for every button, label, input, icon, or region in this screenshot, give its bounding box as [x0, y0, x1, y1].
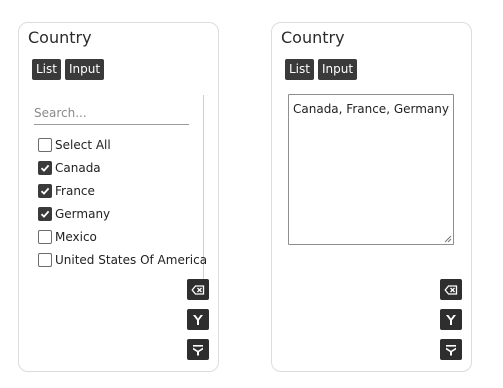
option-select-all[interactable]: Select All: [38, 133, 207, 156]
apply-filter-button[interactable]: [187, 309, 209, 330]
clear-icon: [191, 284, 205, 295]
search-input[interactable]: [34, 101, 189, 125]
option-label: Germany: [55, 206, 111, 221]
option-canada[interactable]: Canada: [38, 156, 207, 179]
checkbox[interactable]: [38, 252, 52, 267]
option-list: Select All Canada France Germany Mexico …: [38, 133, 207, 271]
apply-filter-button[interactable]: [440, 309, 462, 330]
clear-filter-button[interactable]: [440, 279, 462, 300]
country-filter-input-card: Country List Input Canada, France, Germa…: [271, 22, 472, 372]
checkbox[interactable]: [38, 229, 52, 244]
mode-tabs: List Input: [32, 59, 105, 80]
checkbox[interactable]: [38, 206, 52, 221]
panel-title: Country: [28, 28, 92, 47]
checkbox[interactable]: [38, 160, 52, 175]
tab-input[interactable]: Input: [64, 59, 105, 80]
values-input[interactable]: Canada, France, Germany: [288, 94, 454, 245]
filter-actions: [440, 279, 462, 360]
clear-icon: [444, 284, 458, 295]
filter-exclude-icon: [446, 344, 456, 355]
country-filter-list-card: Country List Input Select All Canada Fra…: [18, 22, 219, 372]
panel-title: Country: [281, 28, 345, 47]
exclude-filter-button[interactable]: [187, 339, 209, 360]
option-mexico[interactable]: Mexico: [38, 225, 207, 248]
option-label: France: [55, 183, 95, 198]
checkbox[interactable]: [38, 183, 52, 198]
option-label: United States Of America: [55, 252, 208, 267]
filter-icon: [446, 314, 456, 325]
checkbox[interactable]: [38, 137, 52, 152]
filter-exclude-icon: [193, 344, 203, 355]
clear-filter-button[interactable]: [187, 279, 209, 300]
filter-actions: [187, 279, 209, 360]
tab-list[interactable]: List: [285, 59, 314, 80]
option-germany[interactable]: Germany: [38, 202, 207, 225]
mode-tabs: List Input: [285, 59, 358, 80]
exclude-filter-button[interactable]: [440, 339, 462, 360]
tab-input[interactable]: Input: [317, 59, 358, 80]
option-united-states[interactable]: United States Of America: [38, 248, 207, 271]
option-label: Mexico: [55, 229, 97, 244]
tab-list[interactable]: List: [32, 59, 61, 80]
option-label: Select All: [55, 137, 111, 152]
option-france[interactable]: France: [38, 179, 207, 202]
filter-icon: [193, 314, 203, 325]
resize-handle-icon[interactable]: [443, 234, 452, 243]
option-label: Canada: [55, 160, 101, 175]
